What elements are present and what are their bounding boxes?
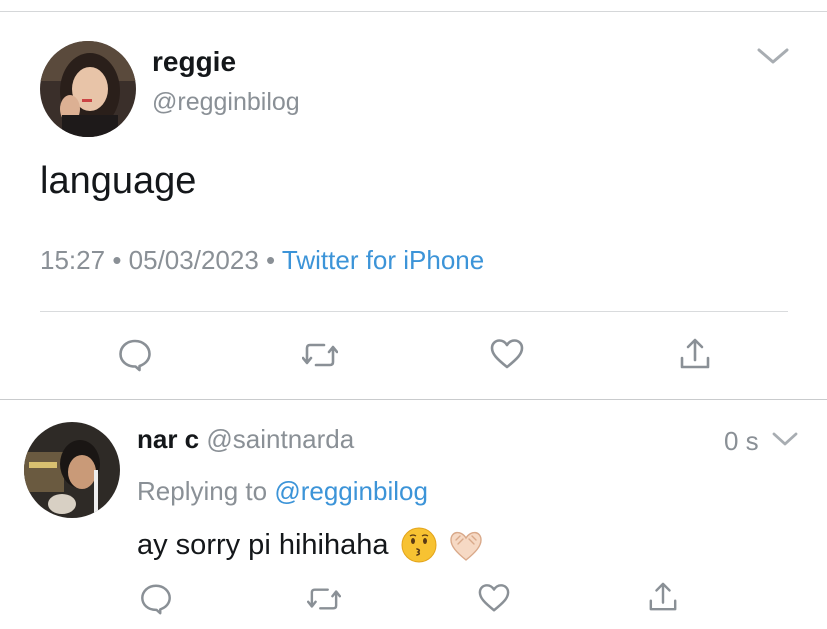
display-name[interactable]: reggie — [152, 46, 236, 78]
reply-text: ay sorry pi hihihaha — [137, 528, 389, 561]
reply-header: nar c @saintnarda — [137, 424, 354, 455]
tweet-text: language — [40, 160, 197, 202]
top-divider — [0, 11, 827, 12]
reply-display-name[interactable]: nar c — [137, 424, 199, 454]
reply-avatar[interactable] — [24, 422, 120, 518]
chevron-down-icon[interactable] — [756, 46, 790, 66]
reply-body: ay sorry pi hihihaha — [137, 526, 486, 564]
share-icon[interactable] — [679, 337, 711, 371]
handle[interactable]: @regginbilog — [152, 88, 300, 117]
reply-timestamp: 0 s — [724, 426, 759, 456]
like-icon[interactable] — [489, 337, 525, 371]
like-icon[interactable] — [477, 582, 511, 614]
reply-icon[interactable] — [117, 337, 153, 373]
tweet-time: 15:27 — [40, 245, 106, 275]
tweet-date: 05/03/2023 — [128, 245, 259, 275]
replying-to-handle[interactable]: @regginbilog — [274, 476, 428, 506]
reply-icon[interactable] — [139, 582, 173, 616]
reply-handle[interactable]: @saintnarda — [206, 424, 354, 454]
tweet-meta: 15:27 • 05/03/2023 • Twitter for iPhone — [40, 245, 484, 276]
chevron-down-icon[interactable] — [771, 431, 799, 448]
meta-dot: • — [112, 245, 122, 275]
replying-to-label: Replying to — [137, 476, 268, 506]
meta-dot: • — [266, 245, 276, 275]
replying-to: Replying to @regginbilog — [137, 476, 428, 507]
avatar[interactable] — [40, 41, 136, 137]
actions-divider — [40, 311, 788, 312]
tweet-divider — [0, 399, 827, 400]
kissing-face-emoji — [400, 526, 438, 564]
retweet-icon[interactable] — [307, 585, 341, 613]
share-icon[interactable] — [648, 581, 678, 613]
tweet-source-link[interactable]: Twitter for iPhone — [282, 245, 484, 275]
heart-hands-emoji — [446, 526, 486, 564]
retweet-icon[interactable] — [302, 340, 338, 370]
